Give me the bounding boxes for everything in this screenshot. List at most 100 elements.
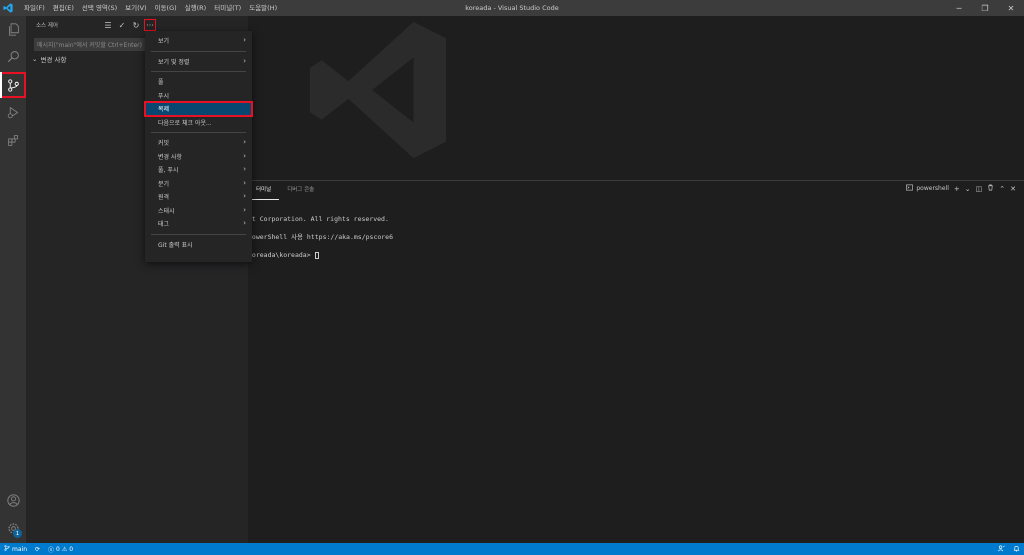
context-menu-item[interactable]: 복제	[144, 101, 253, 117]
terminal-line: PowerShell 사용 https://aka.ms/pscore6	[248, 233, 394, 241]
context-menu-item[interactable]: 다음으로 체크 아웃...	[145, 116, 252, 130]
menu-item-label: 다음으로 체크 아웃...	[158, 119, 212, 127]
notification-badge: 1	[13, 529, 22, 538]
run-debug-icon[interactable]	[0, 99, 26, 125]
menu-item[interactable]: 도움말(H)	[245, 0, 281, 16]
context-menu-item[interactable]: 커밋 ›	[145, 136, 252, 150]
search-icon[interactable]	[0, 43, 26, 69]
changes-section[interactable]: ⌄ 변경 사항	[32, 54, 66, 64]
menu-item-label: 분기	[158, 180, 170, 188]
account-icon[interactable]	[0, 487, 26, 513]
terminal-prompt: koreada\koreada>	[248, 251, 315, 259]
chevron-right-icon: ›	[243, 56, 246, 65]
menu-item[interactable]: 편집(E)	[49, 0, 78, 16]
menu-item[interactable]: 파일(F)	[20, 0, 49, 16]
context-menu-item[interactable]: 변경 사항 ›	[145, 150, 252, 164]
commit-check-icon[interactable]: ✓	[116, 19, 128, 31]
close-button[interactable]: ✕	[998, 0, 1024, 16]
menu-item[interactable]: 실행(R)	[181, 0, 211, 16]
context-menu-item[interactable]: 스태시 ›	[145, 204, 252, 218]
close-panel-icon[interactable]: ✕	[1010, 185, 1016, 193]
chevron-right-icon: ›	[243, 205, 246, 214]
branch-indicator[interactable]: main	[0, 545, 31, 553]
commit-message-input[interactable]: 메시지("main"에서 커밋할 Ctrl+Enter)	[34, 38, 146, 51]
context-menu-item[interactable]: 푸시	[145, 89, 252, 103]
view-as-tree-icon[interactable]: ☰	[102, 19, 114, 31]
new-terminal-icon[interactable]: +	[954, 185, 960, 193]
menu-item-label: 풀	[158, 79, 164, 87]
menu-item-label: 커밋	[158, 140, 170, 148]
title-bar: 파일(F) 편집(E) 선택 영역(S) 보기(V) 이동(G) 실행(R) 터미널(T) 도…	[0, 0, 1024, 16]
error-count: 0	[56, 545, 60, 553]
menu-item[interactable]: 선택 영역(S)	[78, 0, 121, 16]
terminal-icon	[906, 184, 914, 193]
terminal-panel: 터미널 디버그 콘솔 powershell + ⌄ ◫ ⌃ ✕ ft Corpo…	[248, 180, 1024, 543]
sidebar-title: 소스 제어	[36, 23, 58, 29]
menu-item[interactable]: 이동(G)	[151, 0, 181, 16]
menu-item-label: 스태시	[158, 207, 175, 215]
context-menu-item[interactable]: 보기 및 정렬 ›	[145, 55, 252, 69]
changes-label: 변경 사항	[40, 56, 67, 64]
problems-indicator[interactable]: ⓧ 0 ⚠ 0	[44, 545, 77, 554]
feedback-icon[interactable]	[998, 545, 1005, 554]
menu-item-label: 변경 사항	[158, 153, 182, 161]
context-menu-item[interactable]: 분기 ›	[145, 177, 252, 191]
menu-item-label: 보기 및 정렬	[158, 58, 190, 66]
context-menu-item[interactable]: 보기 ›	[145, 34, 252, 48]
warning-count: 0	[69, 545, 74, 553]
context-menu-item[interactable]: 풀, 푸시 ›	[145, 163, 252, 177]
vscode-watermark-icon	[278, 16, 478, 166]
menu-item-label: 복제	[158, 106, 170, 114]
terminal-prompt-line: koreada\koreada>	[248, 251, 393, 260]
menu-item[interactable]: 터미널(T)	[210, 0, 245, 16]
restore-button[interactable]: ❐	[972, 0, 998, 16]
refresh-icon[interactable]: ↻	[130, 19, 142, 31]
chevron-right-icon: ›	[243, 138, 246, 146]
context-menu-item[interactable]: 원격 ›	[145, 190, 252, 204]
maximize-panel-icon[interactable]: ⌃	[999, 185, 1005, 193]
window-controls: ─ ❐ ✕	[946, 0, 1024, 16]
minimize-button[interactable]: ─	[946, 0, 972, 16]
terminal-cursor	[314, 251, 319, 259]
activity-bar: 1	[0, 16, 26, 543]
sync-icon: ⟳	[35, 545, 41, 553]
menu-separator	[151, 50, 246, 52]
chevron-right-icon: ›	[243, 178, 246, 187]
menu-item-label: 푸시	[158, 92, 170, 100]
terminal-output[interactable]: ft Corporation. All rights reserved. Pow…	[248, 215, 393, 269]
terminal-shell-selector[interactable]: powershell	[906, 184, 949, 193]
context-menu-item[interactable]: 태그 ›	[145, 217, 252, 231]
terminal-line: ft Corporation. All rights reserved.	[248, 215, 389, 223]
menu-bar: 파일(F) 편집(E) 선택 영역(S) 보기(V) 이동(G) 실행(R) 터미널(T) 도…	[20, 0, 281, 16]
chevron-right-icon: ›	[243, 151, 246, 160]
more-actions-icon[interactable]: ···	[144, 19, 156, 31]
warning-icon: ⚠	[61, 545, 68, 553]
menu-item-label: Git 출력 표시	[158, 241, 193, 249]
context-menu-item[interactable]: Git 출력 표시	[145, 238, 252, 252]
context-menu-item[interactable]: 풀	[145, 75, 252, 89]
extensions-icon[interactable]	[0, 127, 26, 153]
menu-item-label: 태그	[158, 221, 170, 229]
chevron-down-icon[interactable]: ⌄	[965, 185, 971, 193]
menu-item-label: 원격	[158, 194, 170, 202]
source-control-icon[interactable]	[0, 72, 26, 98]
sync-button[interactable]: ⟳	[31, 546, 44, 553]
split-terminal-icon[interactable]: ◫	[976, 185, 983, 193]
git-branch-icon	[4, 545, 10, 553]
panel-tabs: 터미널 디버그 콘솔	[248, 181, 322, 200]
vscode-logo-icon	[0, 0, 16, 16]
error-icon: ⓧ	[48, 546, 55, 554]
status-right	[998, 543, 1020, 555]
explorer-icon[interactable]	[0, 16, 26, 42]
chevron-right-icon: ›	[243, 165, 246, 173]
tab-terminal[interactable]: 터미널	[248, 181, 280, 200]
menu-item-label: 보기	[158, 38, 170, 46]
tab-debug-console[interactable]: 디버그 콘솔	[279, 181, 322, 199]
bell-icon[interactable]	[1013, 545, 1020, 554]
chevron-right-icon: ›	[243, 36, 246, 44]
settings-gear-icon[interactable]: 1	[0, 515, 26, 541]
trash-icon[interactable]	[987, 184, 994, 193]
chevron-right-icon: ›	[243, 219, 246, 227]
shell-name: powershell	[916, 185, 949, 192]
menu-item[interactable]: 보기(V)	[121, 0, 150, 16]
